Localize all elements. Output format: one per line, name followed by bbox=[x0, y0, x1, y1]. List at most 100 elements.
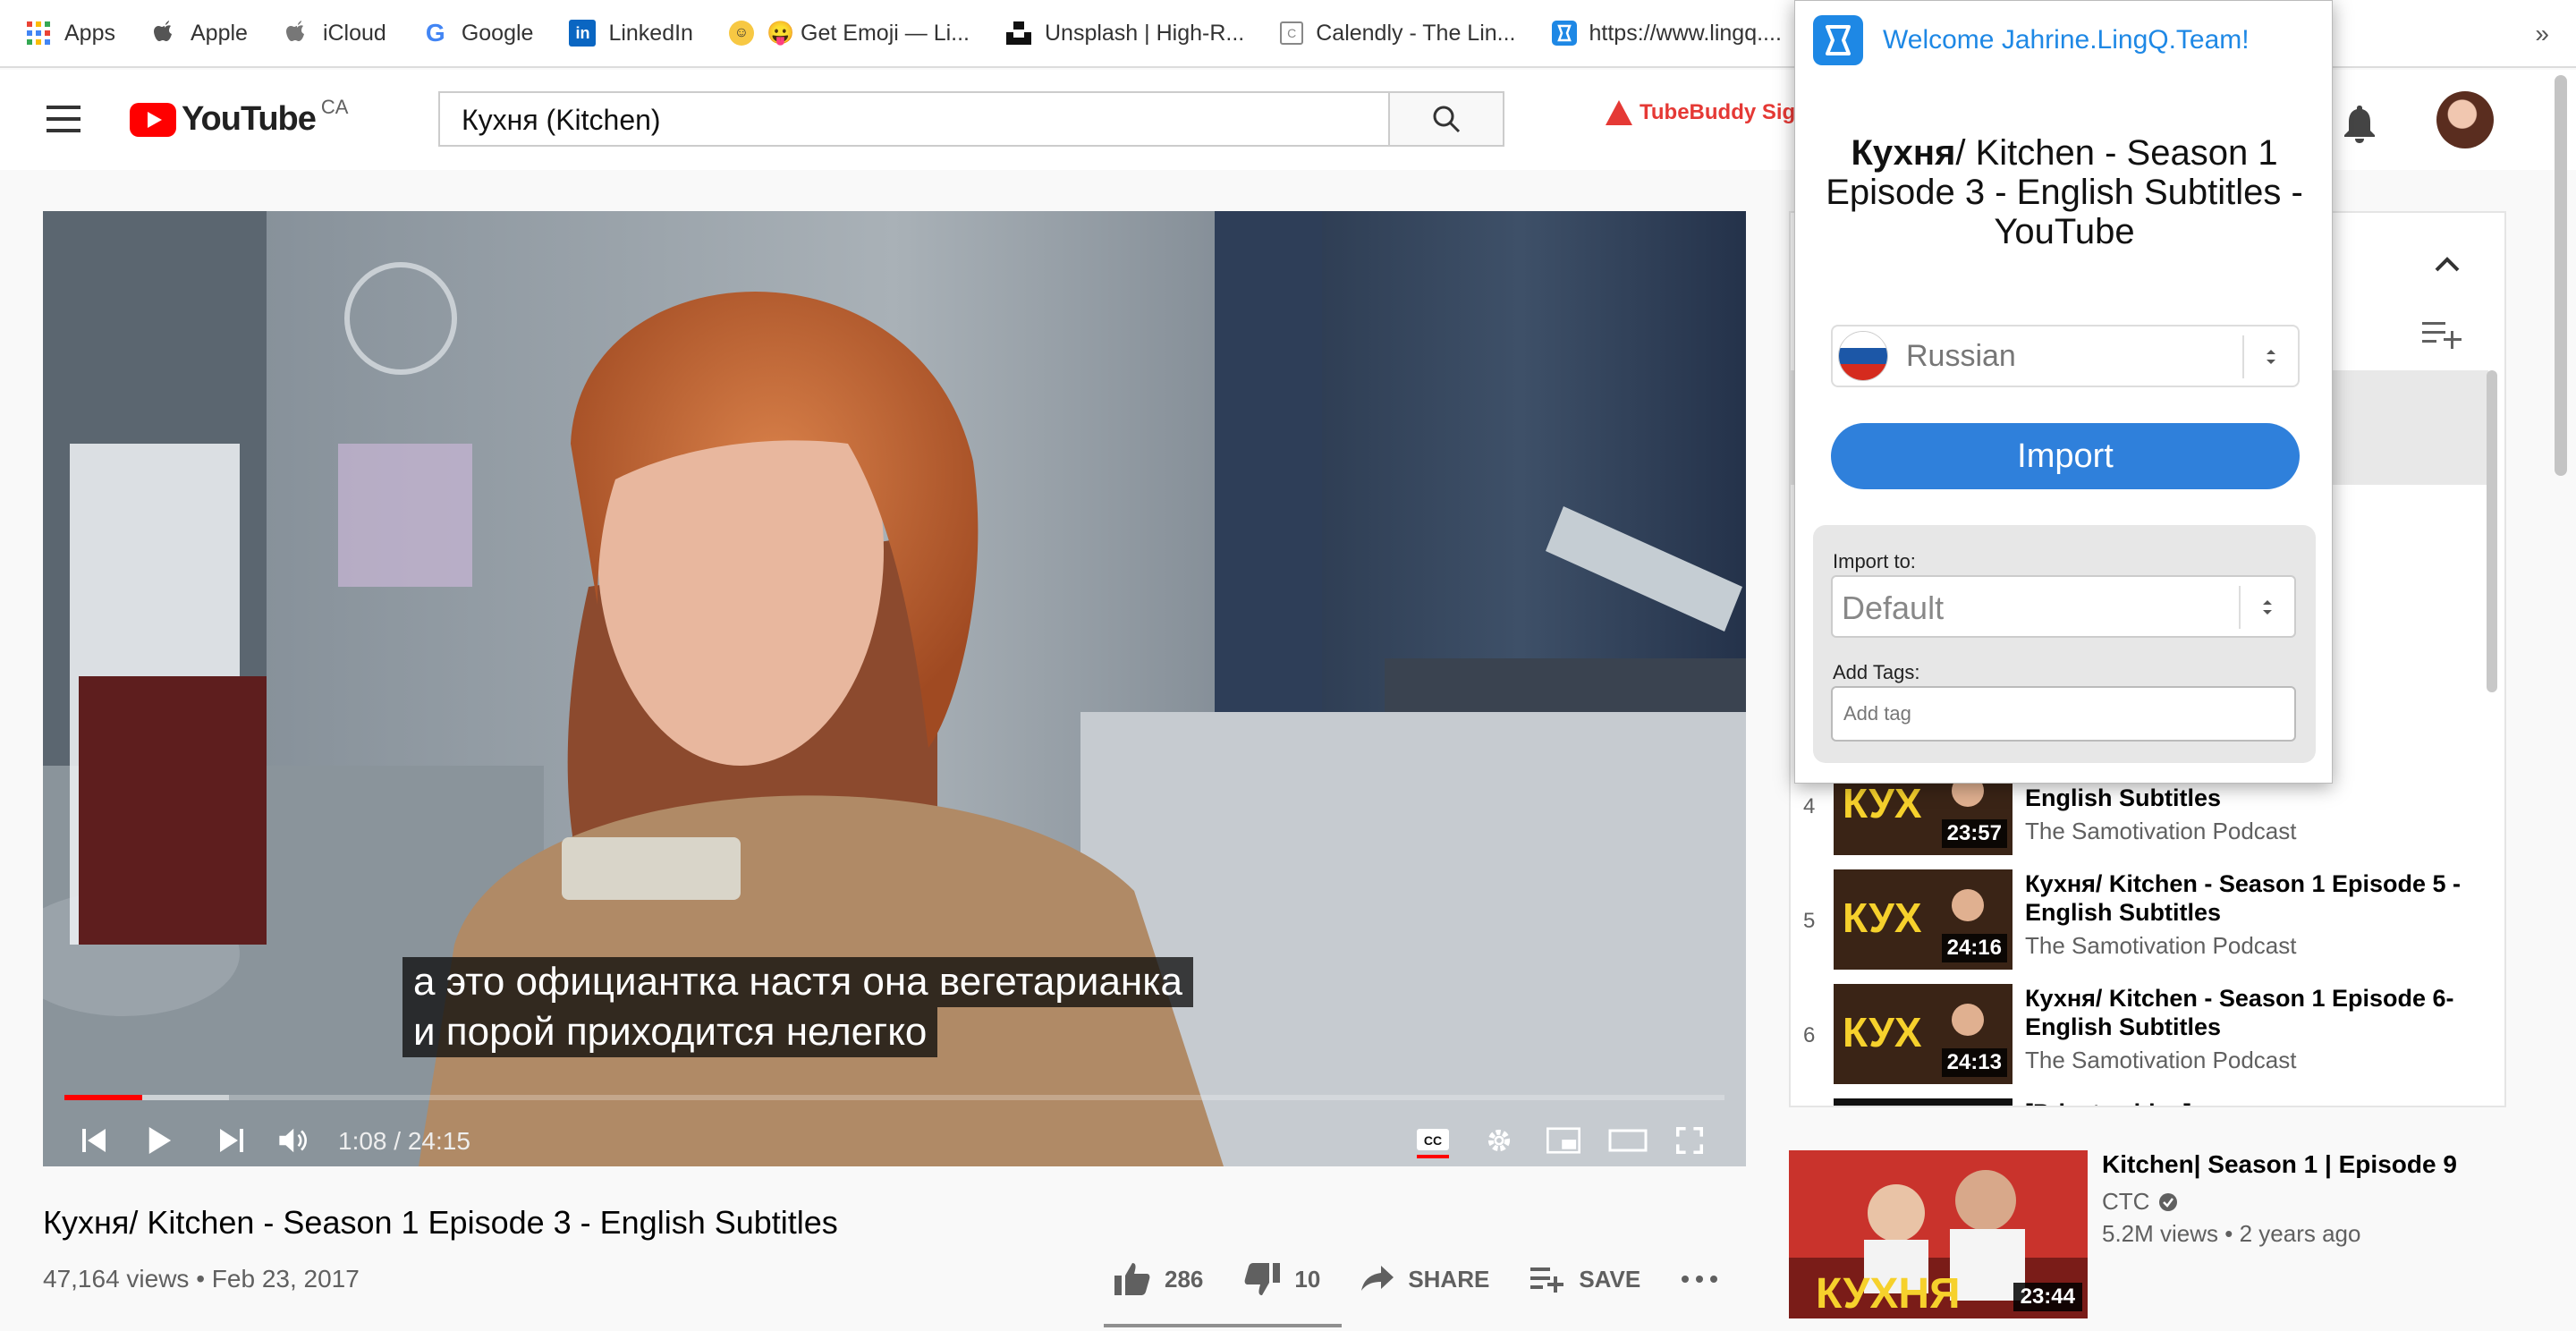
subtitle-line: и порой приходится нелегко bbox=[402, 1007, 938, 1057]
add-tags-label: Add Tags: bbox=[1833, 661, 1920, 683]
calendly-icon: C bbox=[1280, 21, 1304, 45]
like-count: 286 bbox=[1165, 1265, 1204, 1293]
bookmark-unsplash[interactable]: Unsplash | High-R... bbox=[1005, 20, 1244, 47]
theater-mode-icon[interactable] bbox=[1608, 1127, 1648, 1154]
share-button[interactable]: SHARE bbox=[1361, 1266, 1489, 1293]
youtube-logo[interactable]: YouTube CA bbox=[130, 96, 348, 139]
import-to-select[interactable]: Default bbox=[1831, 575, 2296, 638]
apple-icon bbox=[151, 20, 178, 47]
select-arrows-icon bbox=[2239, 586, 2294, 629]
bookmark-calendly[interactable]: C Calendly - The Lin... bbox=[1280, 20, 1516, 47]
verified-icon bbox=[2159, 1192, 2178, 1211]
search-icon bbox=[1433, 106, 1461, 133]
miniplayer-icon[interactable] bbox=[1544, 1127, 1583, 1154]
time-display: 1:08 / 24:15 bbox=[338, 1127, 470, 1155]
bookmark-label: Apple bbox=[190, 20, 248, 46]
thumbs-down-icon bbox=[1245, 1263, 1281, 1295]
playlist-item-title: Кухня/ Kitchen - Season 1 Episode 6- Eng… bbox=[2025, 985, 2454, 1040]
lingq-welcome[interactable]: Welcome Jahrine.LingQ.Team! bbox=[1883, 25, 2250, 55]
import-to-label: Import to: bbox=[1833, 550, 1916, 572]
user-avatar[interactable] bbox=[2436, 91, 2494, 148]
playlist-item-channel: The Samotivation Podcast bbox=[2025, 818, 2297, 844]
playlist-add-icon[interactable] bbox=[2422, 320, 2462, 349]
bookmarks-overflow-button[interactable]: » bbox=[2535, 20, 2549, 48]
save-label: SAVE bbox=[1579, 1265, 1641, 1293]
video-player[interactable]: а это официантка настя она вегетарианка … bbox=[43, 211, 1746, 1166]
google-icon: G bbox=[425, 19, 445, 47]
bookmark-get-emoji[interactable]: ☺ 😛 Get Emoji — Li... bbox=[728, 20, 970, 47]
lingq-icon bbox=[1551, 21, 1577, 46]
bookmark-linkedin[interactable]: in LinkedIn bbox=[569, 20, 693, 47]
captions-button[interactable]: CC bbox=[1415, 1123, 1451, 1159]
volume-icon[interactable] bbox=[277, 1127, 313, 1154]
dislike-button[interactable]: 10 bbox=[1244, 1263, 1320, 1295]
play-icon[interactable] bbox=[147, 1127, 172, 1154]
playlist-item-index: 4 bbox=[1803, 794, 1816, 818]
playlist-item-channel: The Samotivation Podcast bbox=[2025, 1047, 2297, 1073]
playlist-item-duration: 24:16 bbox=[1941, 934, 2007, 962]
tubebuddy-label: TubeBuddy Sign bbox=[1640, 100, 1809, 124]
like-button[interactable]: 286 bbox=[1114, 1263, 1203, 1295]
settings-icon[interactable] bbox=[1483, 1127, 1515, 1154]
language-select[interactable]: Russian bbox=[1831, 325, 2300, 387]
up-next-views: 5.2M views • 2 years ago bbox=[2102, 1220, 2361, 1247]
menu-icon[interactable] bbox=[47, 106, 80, 132]
more-actions-button[interactable] bbox=[1682, 1276, 1732, 1283]
bell-icon[interactable] bbox=[2342, 104, 2377, 143]
bookmark-label: Calendly - The Lin... bbox=[1316, 20, 1516, 46]
svg-text:КУХ: КУХ bbox=[1843, 780, 1922, 827]
emoji-icon: ☺ bbox=[728, 21, 754, 46]
apps-grid-icon bbox=[25, 20, 52, 47]
import-options: Import to: Default Add Tags: Add tag bbox=[1813, 525, 2316, 763]
next-icon[interactable] bbox=[218, 1127, 243, 1154]
add-tag-input[interactable]: Add tag bbox=[1831, 686, 2296, 742]
played-bar bbox=[64, 1095, 143, 1100]
bookmark-apps[interactable]: Apps bbox=[25, 20, 115, 47]
save-button[interactable]: SAVE bbox=[1530, 1266, 1640, 1293]
search-input[interactable]: Кухня (Kitchen) bbox=[438, 91, 1390, 147]
svg-text:КУХНЯ: КУХНЯ bbox=[1816, 1270, 1961, 1318]
tubebuddy-signin[interactable]: TubeBuddy Sign bbox=[1606, 100, 1809, 125]
svg-text:CC: CC bbox=[1424, 1133, 1442, 1148]
bookmark-google[interactable]: G Google bbox=[422, 19, 534, 47]
bookmark-apple[interactable]: Apple bbox=[151, 20, 248, 47]
progress-bar[interactable] bbox=[64, 1095, 1724, 1100]
up-next-title[interactable]: Kitchen| Season 1 | Episode 9 bbox=[2102, 1150, 2457, 1179]
playlist-item[interactable]: 6 КУХ 24:13 Кухня/ Kitchen - Season 1 Ep… bbox=[1791, 979, 2497, 1093]
up-next-channel[interactable]: CTC bbox=[2102, 1188, 2178, 1216]
language-value: Russian bbox=[1906, 338, 2016, 373]
playlist-item-thumbnail: КУХ 24:16 bbox=[1834, 869, 2012, 970]
import-button[interactable]: Import bbox=[1831, 423, 2300, 489]
bookmark-label: 😛 Get Emoji — Li... bbox=[766, 20, 970, 46]
playlist-item[interactable]: [Private video] bbox=[1791, 1093, 2497, 1106]
bookmark-icloud[interactable]: iCloud bbox=[284, 20, 386, 47]
up-next-thumbnail[interactable]: КУХНЯ 23:44 bbox=[1789, 1150, 2088, 1318]
search-button[interactable] bbox=[1390, 91, 1504, 147]
playlist-item-channel: The Samotivation Podcast bbox=[2025, 932, 2297, 959]
svg-text:КУХ: КУХ bbox=[1843, 1009, 1922, 1055]
lingq-title-bold: Кухня bbox=[1851, 133, 1956, 173]
playlist-item-duration: 24:13 bbox=[1941, 1048, 2007, 1077]
subtitles: а это официантка настя она вегетарианка … bbox=[402, 957, 1193, 1057]
up-next-duration: 23:44 bbox=[2012, 1283, 2082, 1311]
playlist-add-icon bbox=[1530, 1267, 1564, 1293]
chevron-up-icon[interactable] bbox=[2435, 256, 2460, 272]
previous-icon[interactable] bbox=[82, 1127, 107, 1154]
bookmark-label: iCloud bbox=[322, 20, 386, 46]
bookmark-lingq[interactable]: https://www.lingq.... bbox=[1551, 21, 1782, 47]
select-arrows-icon bbox=[2242, 335, 2298, 378]
lingq-logo-icon bbox=[1813, 15, 1863, 65]
lingq-header: Welcome Jahrine.LingQ.Team! bbox=[1813, 15, 2250, 65]
video-meta: 47,164 views • Feb 23, 2017 bbox=[43, 1265, 360, 1293]
lingq-lesson-title: Кухня/ Kitchen - Season 1 Episode 3 - En… bbox=[1813, 133, 2316, 251]
video-title: Кухня/ Kitchen - Season 1 Episode 3 - En… bbox=[43, 1204, 838, 1241]
playlist-item-index: 5 bbox=[1803, 909, 1816, 933]
import-to-value: Default bbox=[1842, 589, 1945, 626]
page-scrollbar[interactable] bbox=[2555, 75, 2567, 476]
playlist-item[interactable]: 5 КУХ 24:16 Кухня/ Kitchen - Season 1 Ep… bbox=[1791, 864, 2497, 979]
fullscreen-icon[interactable] bbox=[1674, 1127, 1705, 1154]
youtube-wordmark: YouTube bbox=[182, 100, 317, 138]
more-horizontal-icon bbox=[1682, 1276, 1718, 1283]
svg-text:КУХ: КУХ bbox=[1843, 894, 1922, 941]
bookmark-label: Unsplash | High-R... bbox=[1044, 20, 1245, 46]
